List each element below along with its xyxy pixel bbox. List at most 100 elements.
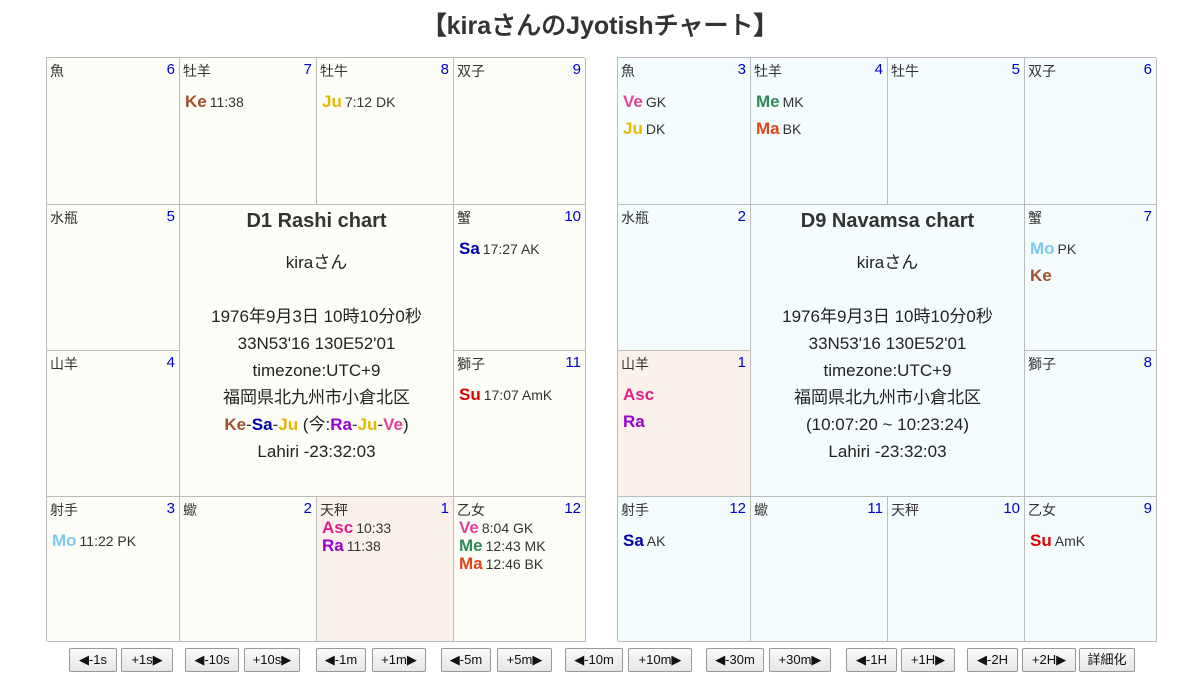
- planet-list: Mo PK Ke: [1030, 235, 1154, 289]
- birth-coordinates: 33N53'16 130E52'01: [237, 334, 396, 353]
- sign-name: 水瓶: [621, 210, 649, 226]
- house-cell-6: 双子 6: [1025, 58, 1157, 205]
- planet-info: GK: [645, 94, 667, 110]
- house-cell-8: 獅子 8: [1025, 351, 1157, 497]
- house-number: 3: [737, 61, 746, 78]
- planet-abbr: Asc: [623, 385, 655, 404]
- house-number: 8: [1143, 354, 1152, 371]
- house-number: 2: [303, 500, 312, 517]
- planet-abbr: Ra: [322, 536, 344, 555]
- planet-entry: Sa AK: [623, 527, 748, 554]
- sign-name: 双子: [457, 63, 485, 79]
- planet-list: Sa AK: [623, 527, 748, 554]
- time-adjust-button[interactable]: ◀-1H: [846, 648, 897, 672]
- time-adjust-button[interactable]: ◀-1m: [316, 648, 366, 672]
- planet-list: Ve GK Ju DK: [623, 88, 748, 142]
- house-cell-9: 双子 9: [454, 58, 586, 205]
- planet-entry: Ra 11:38: [322, 537, 451, 555]
- time-range: (10:07:20 ~ 10:23:24): [805, 415, 970, 434]
- sign-name: 蟹: [457, 210, 471, 226]
- time-adjust-button[interactable]: +5m▶: [497, 648, 552, 672]
- planet-info: 11:38: [346, 538, 381, 554]
- time-adjust-button[interactable]: +1m▶: [372, 648, 426, 672]
- time-adjust-button[interactable]: +2H▶: [1022, 648, 1076, 672]
- planet-list: Ve 8:04 GK Me 12:43 MK Ma 12:46 BK: [459, 519, 583, 573]
- planet-list: Mo 11:22 PK: [52, 527, 177, 554]
- house-number: 10: [1003, 500, 1020, 517]
- house-cell-11: 獅子 11 Su 17:07 AmK: [454, 351, 586, 497]
- time-adjust-button[interactable]: +1H▶: [901, 648, 955, 672]
- planet-abbr: Ma: [459, 554, 483, 573]
- planet-info: 11:38: [209, 94, 244, 110]
- sign-name: 天秤: [891, 502, 919, 518]
- birth-datetime: 1976年9月3日 10時10分0秒: [211, 307, 422, 326]
- chart-center-info: D1 Rashi chart kiraさん 1976年9月3日 10時10分0秒 33…: [180, 205, 454, 497]
- time-adjust-button[interactable]: +10s▶: [244, 648, 300, 672]
- sign-name: 双子: [1028, 63, 1056, 79]
- birth-datetime: 1976年9月3日 10時10分0秒: [782, 307, 993, 326]
- dasha-segment: Ve: [383, 415, 403, 434]
- planet-abbr: Ve: [623, 92, 643, 111]
- d9-navamsa-chart: 魚 3 Ve GK Ju DK 牡羊 4 Me MK Ma BK 牡牛 5 双子 6 蟹 7 Mo PK Ke 獅子 8 乙女…: [617, 57, 1157, 642]
- time-adjust-button[interactable]: ◀-10m: [565, 648, 623, 672]
- planet-entry: Su AmK: [1030, 527, 1154, 554]
- planet-entry: Ra: [623, 408, 748, 435]
- time-adjust-toolbar: ◀-1s +1s▶ ◀-10s +10s▶ ◀-1m +1m▶ ◀-5m +5m▶ ◀-10m +…: [0, 648, 1200, 674]
- planet-abbr: Sa: [623, 531, 644, 550]
- house-number: 5: [166, 208, 175, 225]
- sign-name: 牡牛: [320, 63, 348, 79]
- sign-name: 蟹: [1028, 210, 1042, 226]
- time-adjust-button[interactable]: +10m▶: [628, 648, 692, 672]
- planet-entry: Ma 12:46 BK: [459, 555, 583, 573]
- house-cell-4: 牡羊 4 Me MK Ma BK: [751, 58, 888, 205]
- house-number: 12: [564, 500, 581, 517]
- time-adjust-button[interactable]: ◀-1s: [69, 648, 117, 672]
- time-adjust-button[interactable]: 詳細化: [1079, 648, 1135, 672]
- sign-name: 乙女: [1028, 502, 1056, 518]
- planet-list: Me MK Ma BK: [756, 88, 885, 142]
- house-number: 7: [303, 61, 312, 78]
- sign-name: 蠍: [183, 502, 197, 518]
- sign-name: 乙女: [457, 502, 485, 518]
- sign-name: 魚: [50, 63, 64, 79]
- time-adjust-button[interactable]: +30m▶: [769, 648, 831, 672]
- ayanamsa: Lahiri -23:32:03: [257, 442, 376, 461]
- dasha-now-suffix: ): [402, 415, 409, 434]
- time-adjust-button[interactable]: +1s▶: [121, 648, 173, 672]
- time-adjust-button[interactable]: ◀-10s: [185, 648, 239, 672]
- sign-name: 山羊: [50, 356, 78, 372]
- dasha-segment: Ke: [224, 415, 247, 434]
- chart-title: D1 Rashi chart: [246, 210, 387, 232]
- planet-abbr: Ma: [756, 119, 780, 138]
- house-number: 9: [1143, 500, 1152, 517]
- time-adjust-button[interactable]: ◀-30m: [706, 648, 764, 672]
- chart-center-info: D9 Navamsa chart kiraさん 1976年9月3日 10時10分0秒…: [751, 205, 1025, 497]
- house-number: 1: [440, 500, 449, 517]
- house-number: 4: [166, 354, 175, 371]
- house-number: 8: [440, 61, 449, 78]
- page-title: 【kiraさんのJyotishチャート】: [421, 12, 779, 40]
- house-cell-10: 蟹 10 Sa 17:27 AK: [454, 205, 586, 351]
- house-cell-2: 蠍2: [180, 497, 317, 642]
- house-number: 2: [737, 208, 746, 225]
- house-number: 5: [1011, 61, 1020, 78]
- house-number: 9: [572, 61, 581, 78]
- house-cell-5: 牡牛 5: [888, 58, 1025, 205]
- time-adjust-button[interactable]: ◀-5m: [441, 648, 491, 672]
- house-cell-3: 射手 3 Mo 11:22 PK: [47, 497, 180, 642]
- house-number: 11: [867, 500, 883, 517]
- planet-abbr: Me: [756, 92, 780, 111]
- planet-entry: Mo PK: [1030, 235, 1154, 262]
- planet-abbr: Mo: [52, 531, 77, 550]
- planet-info: DK: [645, 121, 666, 137]
- sign-name: 山羊: [621, 356, 649, 372]
- planet-entry: Ju DK: [623, 115, 748, 142]
- dasha-segment: Ju: [357, 415, 378, 434]
- sign-name: 水瓶: [50, 210, 78, 226]
- time-adjust-button[interactable]: ◀-2H: [967, 648, 1018, 672]
- house-number: 12: [729, 500, 746, 517]
- house-cell-12: 射手 12 Sa AK: [618, 497, 751, 642]
- planet-entry: Ve 8:04 GK: [459, 519, 583, 537]
- house-cell-9: 乙女 9 Su AmK: [1025, 497, 1157, 642]
- planet-info: 12:43 MK: [485, 538, 546, 554]
